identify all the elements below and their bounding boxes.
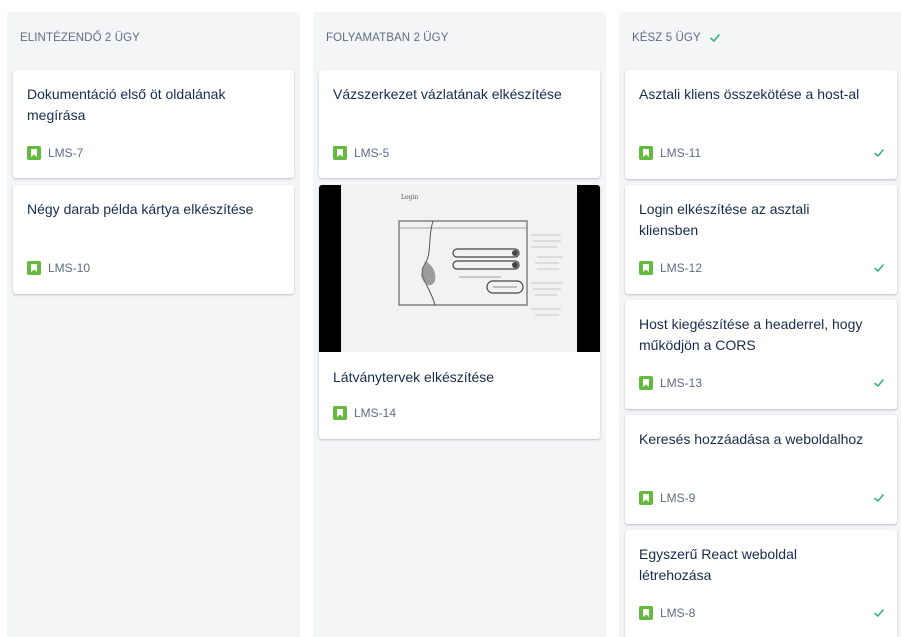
card-title: Egyszerű React weboldal létrehozása	[639, 546, 797, 583]
bookmark-icon	[333, 146, 347, 160]
bookmark-icon	[27, 146, 41, 160]
issue-card[interactable]: Keresés hozzáadása a weboldalhoz LMS-9	[625, 415, 897, 524]
issue-card[interactable]: Login Látványtervek elkészítése LMS-14	[319, 185, 600, 439]
issue-key[interactable]: LMS-9	[660, 491, 695, 505]
issue-key[interactable]: LMS-8	[660, 606, 695, 620]
column-title: KÉSZ 5 ÜGY	[632, 32, 701, 44]
column-title: ELINTÉZENDŐ 2 ÜGY	[20, 32, 140, 44]
issue-card[interactable]: Host kiegészítése a headerrel, hogy műkö…	[625, 300, 897, 409]
bookmark-icon	[639, 606, 653, 620]
card-footer: LMS-11	[639, 145, 885, 161]
issue-key[interactable]: LMS-14	[354, 406, 396, 420]
issue-key[interactable]: LMS-12	[660, 261, 702, 275]
bookmark-icon	[27, 261, 41, 275]
sketch-text: Login	[401, 194, 418, 201]
card-footer: LMS-12	[639, 260, 885, 276]
check-icon	[874, 609, 884, 617]
card-title: Keresés hozzáadása a weboldalhoz	[639, 431, 864, 447]
card-title: Négy darab példa kártya elkészítése	[27, 201, 254, 217]
issue-card[interactable]: Négy darab példa kártya elkészítése LMS-…	[13, 185, 294, 294]
sketch-image: Login	[341, 185, 577, 352]
column-title: FOLYAMATBAN 2 ÜGY	[326, 32, 449, 44]
column-header: KÉSZ 5 ÜGY	[632, 32, 721, 44]
issue-card[interactable]: Egyszerű React weboldal létrehozása LMS-…	[625, 530, 897, 637]
check-icon	[874, 379, 884, 387]
issue-key[interactable]: LMS-11	[660, 146, 701, 160]
check-icon	[874, 494, 884, 502]
card-footer: LMS-10	[27, 260, 282, 276]
card-footer: LMS-13	[639, 375, 885, 391]
card-title: Vázszerkezet vázlatának elkészítése	[333, 86, 562, 102]
card-footer: LMS-7	[27, 145, 282, 161]
issue-key[interactable]: LMS-5	[354, 146, 389, 160]
issue-card[interactable]: Asztali kliens összekötése a host-al LMS…	[625, 70, 897, 179]
card-title: Asztali kliens összekötése a host-al	[639, 86, 860, 102]
kanban-board: ELINTÉZENDŐ 2 ÜGY Dokumentáció első öt o…	[0, 0, 901, 637]
card-footer: LMS-14	[333, 405, 588, 421]
column-in-progress: FOLYAMATBAN 2 ÜGY Vázszerkezet vázlatána…	[313, 12, 606, 637]
check-icon	[874, 149, 884, 157]
column-header: FOLYAMATBAN 2 ÜGY	[326, 32, 448, 44]
card-title: Látványtervek elkészítése	[333, 369, 495, 385]
bookmark-icon	[639, 491, 653, 505]
bookmark-icon	[639, 376, 653, 390]
check-icon	[874, 264, 884, 272]
card-title: Login elkészítése az asztali kliensben	[639, 201, 810, 238]
card-title: Host kiegészítése a headerrel, hogy műkö…	[639, 316, 863, 353]
issue-key[interactable]: LMS-10	[48, 261, 90, 275]
issue-card[interactable]: Dokumentáció első öt oldalának megírása …	[13, 70, 294, 178]
card-footer: LMS-9	[639, 490, 885, 506]
issue-key[interactable]: LMS-7	[48, 146, 83, 160]
column-header: ELINTÉZENDŐ 2 ÜGY	[20, 32, 140, 44]
card-title: Dokumentáció első öt oldalának megírása	[27, 86, 226, 123]
card-cover-image: Login	[319, 185, 600, 352]
check-icon	[709, 34, 720, 42]
bookmark-icon	[333, 406, 347, 420]
card-footer: LMS-8	[639, 605, 885, 621]
issue-card[interactable]: Login elkészítése az asztali kliensben L…	[625, 185, 897, 294]
card-footer: LMS-5	[333, 145, 588, 161]
issue-key[interactable]: LMS-13	[660, 376, 702, 390]
bookmark-icon	[639, 146, 653, 160]
column-done: KÉSZ 5 ÜGY Asztali kliens összekötése a …	[619, 12, 901, 637]
column-todo: ELINTÉZENDŐ 2 ÜGY Dokumentáció első öt o…	[7, 12, 300, 637]
issue-card[interactable]: Vázszerkezet vázlatának elkészítése LMS-…	[319, 70, 600, 178]
bookmark-icon	[639, 261, 653, 275]
